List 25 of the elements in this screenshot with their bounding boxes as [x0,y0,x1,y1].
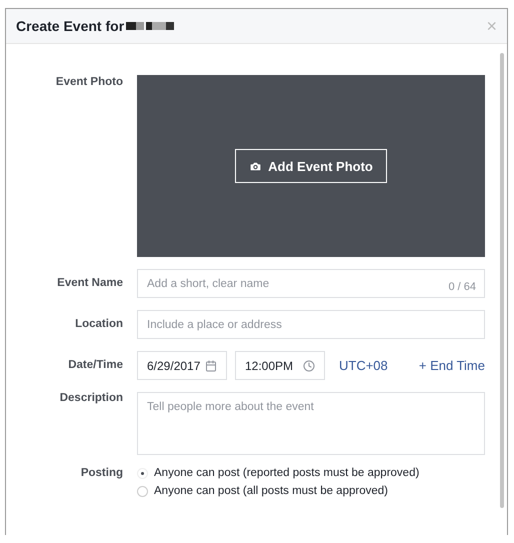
option-label: Anyone can post (all posts must be approved) [154,485,388,497]
field-label: Event Name [57,276,123,291]
date-value: 6/29/2017 [147,358,200,372]
scrollbar[interactable] [500,53,504,508]
field-label: Date/Time [68,358,123,373]
option-label: Anyone can post (reported posts must be approved) [154,467,420,479]
radio-button[interactable] [137,486,148,496]
location-field[interactable]: Include a place or address [137,310,485,339]
character-counter: 0 / 64 [448,281,476,293]
field-label: Event Photo [56,75,123,90]
description-field[interactable]: Tell people more about the event [137,392,485,455]
end-time-link[interactable]: + End Time [418,358,485,373]
timezone-text: UTC+08 [339,358,388,373]
field-label: Posting [80,467,123,481]
field-label: Location [75,317,123,332]
time-field[interactable]: 12:00PM [235,351,325,380]
calendar-icon [205,360,217,372]
dialog-title: Create Event for [16,18,124,34]
date-field[interactable]: 6/29/2017 [137,351,227,380]
clock-icon [303,360,315,372]
camera-icon [249,160,262,172]
time-value: 12:00PM [245,358,294,372]
redaction-mark [126,21,176,31]
add-photo-button[interactable]: Add Event Photo [235,149,387,183]
field-label: Description [60,392,123,406]
